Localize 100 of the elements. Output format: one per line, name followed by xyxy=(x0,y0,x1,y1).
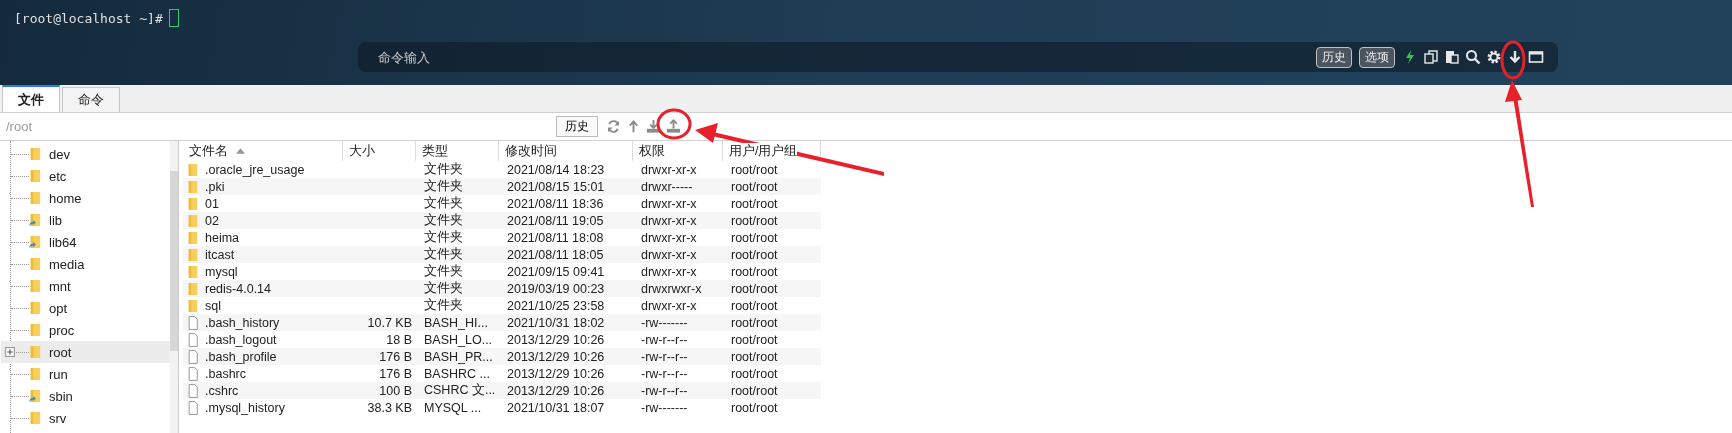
column-header[interactable]: 类型 xyxy=(416,141,499,161)
paste-icon[interactable] xyxy=(1444,49,1460,65)
tree-item[interactable]: etc xyxy=(1,165,170,187)
table-cell: 176 B xyxy=(379,349,412,364)
table-cell: 2021/10/25 23:58 xyxy=(507,298,605,313)
copy-icon[interactable] xyxy=(1423,49,1439,65)
table-cell: root/root xyxy=(731,196,778,211)
file-icon xyxy=(187,400,199,415)
table-cell: 100 B xyxy=(379,383,412,398)
annotation-circle xyxy=(656,108,692,140)
folder-icon xyxy=(187,179,199,194)
folder-name: srv xyxy=(49,410,67,426)
tree-item[interactable]: run xyxy=(1,363,170,385)
folder-name: home xyxy=(49,190,82,206)
table-cell: drwxr-xr-x xyxy=(641,247,697,262)
table-cell: 文件夹 xyxy=(424,247,463,261)
table-cell: 文件夹 xyxy=(424,298,463,312)
column-header[interactable]: 权限 xyxy=(633,141,723,161)
table-cell: 2013/12/29 10:26 xyxy=(507,383,605,398)
file-row[interactable]: sql 文件夹 2021/10/25 23:58 drwxr-xr-x root/root xyxy=(183,297,821,314)
table-cell: 38.3 KB xyxy=(367,400,412,415)
file-row[interactable]: 02 文件夹 2021/08/11 19:05 drwxr-xr-x root/root xyxy=(183,212,821,229)
table-cell: -rw-r--r-- xyxy=(641,383,688,398)
table-cell: 2013/12/29 10:26 xyxy=(507,349,605,364)
file-icon xyxy=(187,366,199,381)
command-bar-button[interactable]: 选项 xyxy=(1359,46,1395,68)
table-cell: 2013/12/29 10:26 xyxy=(507,332,605,347)
file-row[interactable]: .pki 文件夹 2021/08/15 15:01 drwxr----- root/root xyxy=(183,178,821,195)
table-cell: sql xyxy=(205,298,221,313)
tree-item[interactable]: home xyxy=(1,187,170,209)
scrollbar[interactable] xyxy=(170,141,178,433)
settings-icon[interactable] xyxy=(1486,49,1502,65)
file-row[interactable]: itcast 文件夹 2021/08/11 18:05 drwxr-xr-x root/root xyxy=(183,246,821,263)
table-cell: .pki xyxy=(205,179,225,194)
folder-name: mnt xyxy=(49,278,71,294)
file-row[interactable]: .bash_logout 18 B BASH_LO... 2013/12/29 10:26 -rw-r--r-- root/root xyxy=(183,331,821,348)
tree-item[interactable]: root xyxy=(1,341,170,363)
table-cell: 文件夹 xyxy=(424,179,463,193)
table-cell: .cshrc xyxy=(205,383,239,398)
file-row[interactable]: 01 文件夹 2021/08/11 18:36 drwxr-xr-x root/root xyxy=(183,195,821,212)
file-row[interactable]: .oracle_jre_usage 文件夹 2021/08/14 18:23 drwxr-xr-x root/root xyxy=(183,161,821,178)
tab[interactable]: 命令 xyxy=(62,87,120,112)
file-row[interactable]: .bash_history 10.7 KB BASH_HI... 2021/10/31 18:02 -rw------- root/root xyxy=(183,314,821,331)
table-cell: 176 B xyxy=(379,366,412,381)
folder-icon xyxy=(187,213,199,228)
file-row[interactable]: redis-4.0.14 文件夹 2019/03/19 00:23 drwxrwxr-x root/root xyxy=(183,280,821,297)
table-cell: BASH_PR... xyxy=(424,349,493,364)
tree-item[interactable]: opt xyxy=(1,297,170,319)
table-cell: root/root xyxy=(731,366,778,381)
file-row[interactable]: .mysql_history 38.3 KB MYSQL ... 2021/10/31 18:07 -rw------- root/root xyxy=(183,399,821,416)
column-header[interactable]: 文件名 xyxy=(183,141,343,161)
download-icon[interactable] xyxy=(1507,49,1523,65)
table-cell: 02 xyxy=(205,213,219,228)
tree-item[interactable]: media xyxy=(1,253,170,275)
table-cell: root/root xyxy=(731,213,778,228)
folder-icon xyxy=(187,298,199,313)
folder-name: run xyxy=(49,366,68,382)
file-row[interactable]: .bash_profile 176 B BASH_PR... 2013/12/29 10:26 -rw-r--r-- root/root xyxy=(183,348,821,365)
table-cell: root/root xyxy=(731,264,778,279)
expand-icon[interactable] xyxy=(5,347,15,357)
shell-prompt: [root@localhost ~]# xyxy=(14,10,163,26)
history-button[interactable]: 历史 xyxy=(556,116,598,137)
table-cell: 2021/09/15 09:41 xyxy=(507,264,605,279)
tree-item[interactable]: sbin xyxy=(1,385,170,407)
file-icon xyxy=(187,383,199,398)
search-icon[interactable] xyxy=(1465,49,1481,65)
column-header[interactable]: 修改时间 xyxy=(499,141,633,161)
table-cell: root/root xyxy=(731,332,778,347)
file-row[interactable]: .bashrc 176 B BASHRC ... 2013/12/29 10:26 -rw-r--r-- root/root xyxy=(183,365,821,382)
window-icon[interactable] xyxy=(1528,49,1544,65)
tree-item[interactable]: lib64 xyxy=(1,231,170,253)
file-row[interactable]: mysql 文件夹 2021/09/15 09:41 drwxr-xr-x root/root xyxy=(183,263,821,280)
annotation-circle xyxy=(1500,40,1526,80)
table-cell: 2021/08/11 18:05 xyxy=(507,247,604,262)
table-cell: 2019/03/19 00:23 xyxy=(507,281,605,296)
tree-item[interactable]: dev xyxy=(1,143,170,165)
folder-icon xyxy=(187,264,199,279)
table-cell: .oracle_jre_usage xyxy=(205,162,305,177)
tree-item[interactable]: proc xyxy=(1,319,170,341)
table-cell: BASH_LO... xyxy=(424,332,493,347)
folder-icon xyxy=(187,247,199,262)
tree-item[interactable]: srv xyxy=(1,407,170,429)
upload-icon[interactable] xyxy=(666,119,681,134)
table-cell: itcast xyxy=(205,247,235,262)
refresh-icon[interactable] xyxy=(606,119,621,134)
file-row[interactable]: .cshrc 100 B CSHRC 文... 2013/12/29 10:26 -rw-r--r-- root/root xyxy=(183,382,821,399)
tab[interactable]: 文件 xyxy=(2,85,60,112)
tree-item[interactable]: lib xyxy=(1,209,170,231)
table-cell: .bashrc xyxy=(205,366,246,381)
up-arrow-icon[interactable] xyxy=(626,119,641,134)
column-header[interactable]: 大小 xyxy=(343,141,416,161)
table-cell: 2021/08/14 18:23 xyxy=(507,162,605,177)
folder-name: proc xyxy=(49,322,75,338)
folder-name: etc xyxy=(49,168,67,184)
tree-item[interactable]: mnt xyxy=(1,275,170,297)
file-row[interactable]: heima 文件夹 2021/08/11 18:08 drwxr-xr-x root/root xyxy=(183,229,821,246)
command-bar-button[interactable]: 历史 xyxy=(1316,46,1352,68)
folder-icon xyxy=(187,196,199,211)
table-cell: root/root xyxy=(731,247,778,262)
command-input[interactable]: 命令输入 xyxy=(376,48,680,66)
